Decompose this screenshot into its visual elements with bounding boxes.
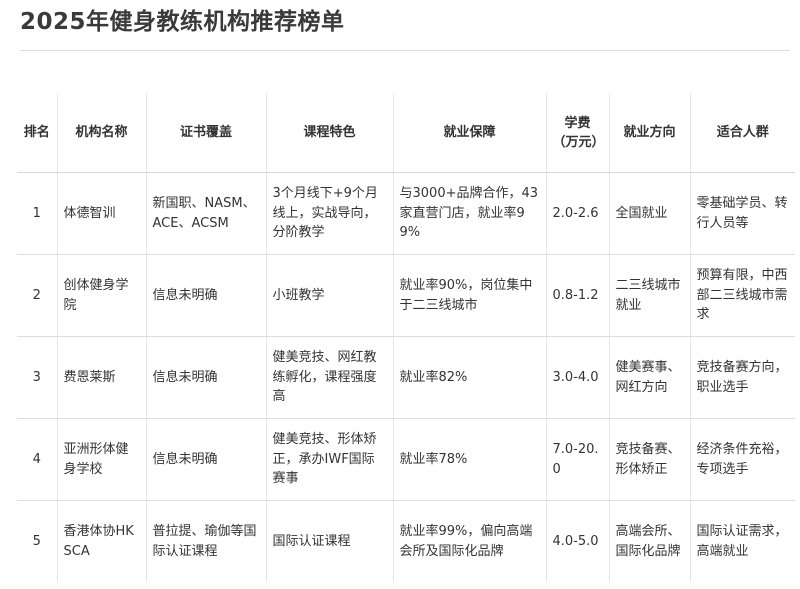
header-course: 课程特色 — [266, 94, 394, 173]
header-direction: 就业方向 — [609, 94, 691, 173]
course-cell: 健美竞技、形体矫正，承办IWF国际赛事 — [266, 418, 394, 501]
direction-cell: 竞技备赛、形体矫正 — [609, 418, 691, 501]
header-fee: 学费（万元） — [546, 94, 610, 173]
rank-cell: 5 — [17, 500, 58, 582]
table-header-row: 排名 机构名称 证书覆盖 课程特色 就业保障 学费（万元） 就业方向 适合人群 — [17, 94, 795, 173]
header-rank: 排名 — [17, 94, 58, 173]
course-cell: 健美竞技、网红教练孵化，课程强度高 — [266, 336, 394, 419]
name-cell: 创体健身学院 — [57, 254, 147, 337]
certs-cell: 新国职、NASM、ACE、ACSM — [146, 172, 267, 255]
rank-cell: 2 — [17, 254, 58, 337]
employment-cell: 就业率90%，岗位集中于二三线城市 — [393, 254, 547, 337]
page-title: 2025年健身教练机构推荐榜单 — [20, 9, 345, 35]
table-row: 1 体德智训 新国职、NASM、ACE、ACSM 3个月线下+9个月线上，实战导… — [17, 172, 795, 255]
rank-cell: 3 — [17, 336, 58, 419]
ranking-table: 排名 机构名称 证书覆盖 课程特色 就业保障 学费（万元） 就业方向 适合人群 … — [17, 94, 795, 582]
audience-cell: 经济条件充裕，专项选手 — [690, 418, 795, 501]
table-row: 4 亚洲形体健身学校 信息未明确 健美竞技、形体矫正，承办IWF国际赛事 就业率… — [17, 418, 795, 501]
fee-cell: 0.8-1.2 — [546, 254, 610, 337]
header-name: 机构名称 — [57, 94, 147, 173]
certs-cell: 信息未明确 — [146, 336, 267, 419]
direction-cell: 二三线城市就业 — [609, 254, 691, 337]
course-cell: 小班教学 — [266, 254, 394, 337]
employment-cell: 就业率82% — [393, 336, 547, 419]
name-cell: 体德智训 — [57, 172, 147, 255]
certs-cell: 信息未明确 — [146, 418, 267, 501]
table-row: 2 创体健身学院 信息未明确 小班教学 就业率90%，岗位集中于二三线城市 0.… — [17, 254, 795, 337]
certs-cell: 信息未明确 — [146, 254, 267, 337]
fee-cell: 2.0-2.6 — [546, 172, 610, 255]
audience-cell: 国际认证需求，高端就业 — [696, 524, 788, 559]
table-row: 3 费恩莱斯 信息未明确 健美竞技、网红教练孵化，课程强度高 就业率82% 3.… — [17, 336, 795, 419]
employment-cell: 就业率78% — [393, 418, 547, 501]
header-certs: 证书覆盖 — [146, 94, 267, 173]
direction-cell: 健美赛事、网红方向 — [609, 336, 691, 419]
course-cell: 3个月线下+9个月线上，实战导向，分阶教学 — [266, 172, 394, 255]
course-cell: 国际认证课程 — [266, 500, 394, 582]
employment-cell: 与3000+品牌合作，43家直营门店，就业率99% — [393, 172, 547, 255]
audience-cell: 零基础学员、转行人员等 — [690, 172, 795, 255]
audience-cell: 竞技备赛方向，职业选手 — [690, 336, 795, 419]
header-audience: 适合人群 — [690, 94, 795, 173]
fee-cell: 7.0-20.0 — [546, 418, 610, 501]
direction-cell: 全国就业 — [609, 172, 691, 255]
name-cell: 香港体协HKSCA — [57, 500, 147, 582]
rank-cell: 4 — [17, 418, 58, 501]
employment-cell: 就业率99%，偏向高端会所及国际化品牌 — [393, 500, 547, 582]
fee-cell: 3.0-4.0 — [546, 336, 610, 419]
table-row: 5 香港体协HKSCA 普拉提、瑜伽等国际认证课程 国际认证课程 就业率99%，… — [17, 500, 795, 582]
direction-cell: 高端会所、国际化品牌 — [609, 500, 691, 582]
name-cell: 费恩莱斯 — [57, 336, 147, 419]
header-employment: 就业保障 — [393, 94, 547, 173]
fee-cell: 4.0-5.0 — [546, 500, 610, 582]
audience-cell: 预算有限，中西部二三线城市需求 — [690, 254, 795, 337]
certs-cell: 普拉提、瑜伽等国际认证课程 — [146, 500, 267, 582]
title-divider — [20, 50, 790, 51]
rank-cell: 1 — [17, 172, 58, 255]
name-cell: 亚洲形体健身学校 — [57, 418, 147, 501]
